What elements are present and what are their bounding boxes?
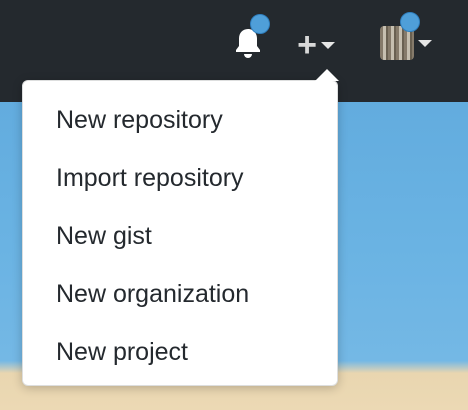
- menu-item-new-gist[interactable]: New gist: [23, 207, 337, 265]
- chevron-down-icon: [320, 41, 335, 49]
- page: + New repository Import repository New g…: [0, 0, 468, 410]
- notifications-button[interactable]: [228, 14, 270, 64]
- plus-icon: +: [297, 26, 317, 64]
- create-menu: New repository Import repository New gis…: [23, 81, 337, 381]
- menu-item-new-repository[interactable]: New repository: [23, 91, 337, 149]
- menu-item-new-project[interactable]: New project: [23, 323, 337, 381]
- dropdown-pointer: [315, 69, 339, 81]
- user-menu-button[interactable]: [370, 12, 442, 64]
- notification-badge: [250, 14, 270, 34]
- menu-item-import-repository[interactable]: Import repository: [23, 149, 337, 207]
- create-new-dropdown: New repository Import repository New gis…: [22, 69, 339, 386]
- menu-item-new-organization[interactable]: New organization: [23, 265, 337, 323]
- chevron-down-icon: [418, 39, 432, 47]
- create-new-button[interactable]: +: [290, 28, 342, 62]
- user-status-badge: [400, 12, 420, 32]
